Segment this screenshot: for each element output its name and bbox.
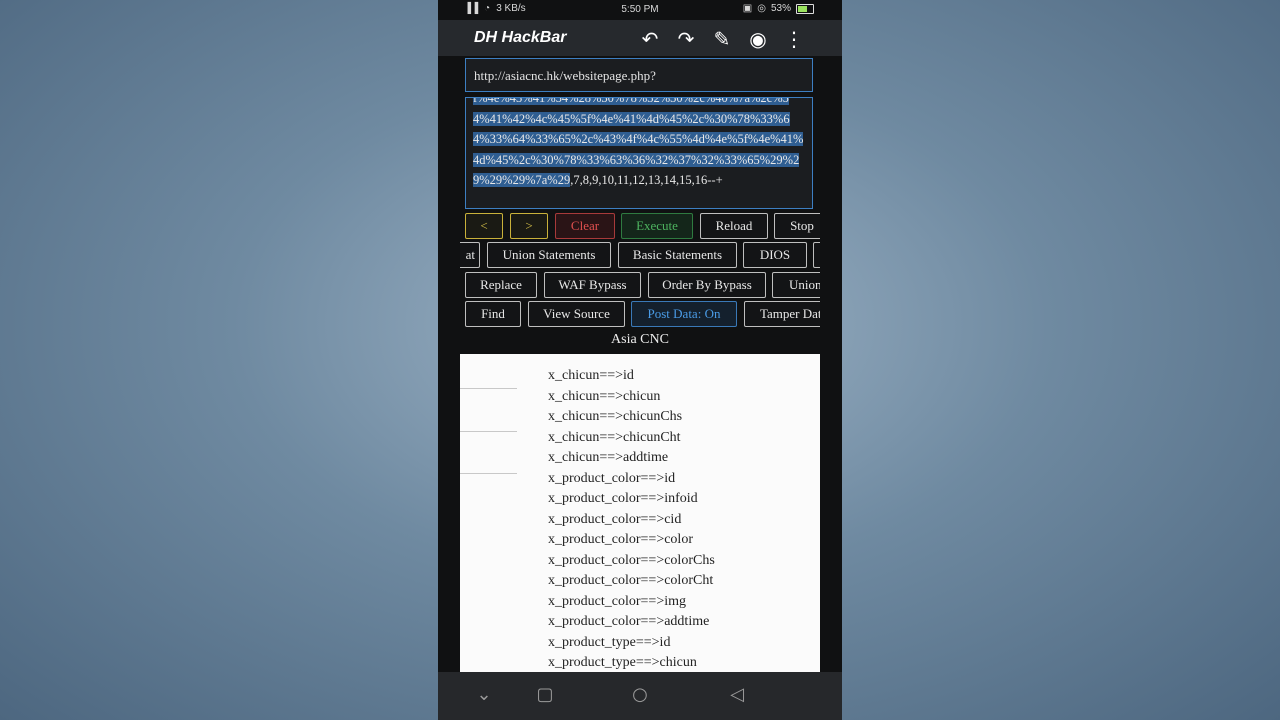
reload-button[interactable]: Reload <box>700 213 768 239</box>
find-button[interactable]: Find <box>465 301 521 327</box>
stop-button[interactable]: Stop <box>774 213 820 239</box>
result-line: x_chicun==>chicun <box>548 388 661 404</box>
pencil-icon[interactable]: ✎ <box>710 27 734 51</box>
basic-statements-button[interactable]: Basic Statements <box>618 242 737 268</box>
execute-button[interactable]: Execute <box>621 213 693 239</box>
prev-button[interactable]: < <box>465 213 503 239</box>
cast-icon: ▣ <box>742 3 753 14</box>
clear-button[interactable]: Clear <box>555 213 615 239</box>
lock-rotation-icon: ◎ <box>757 3 766 14</box>
app-title: DH HackBar <box>474 29 567 46</box>
replace-button[interactable]: Replace <box>465 272 537 298</box>
system-nav-bar: ⌄ ▢ ○ ◁ <box>438 672 842 720</box>
square-icon[interactable]: ▢ <box>531 684 559 705</box>
redo-icon[interactable]: ↷ <box>674 27 698 51</box>
toolbar-row-3: Replace WAF Bypass Order By Bypass Union <box>460 272 820 298</box>
result-line: x_chicun==>chicunCht <box>548 429 681 445</box>
result-line: x_product_color==>colorCht <box>548 573 714 588</box>
result-line: x_product_color==>cid <box>548 511 682 527</box>
result-line: x_product_type==>chicun <box>548 655 697 670</box>
view-source-button[interactable]: View Source <box>528 301 625 327</box>
toolbar-row-1: < > Clear Execute Reload Stop <box>460 213 820 239</box>
result-line: x_product_color==>colorChs <box>548 552 715 568</box>
toolbar-row-2: at Union Statements Basic Statements DIO… <box>460 242 820 268</box>
result-line: x_product_color==>img <box>548 593 686 609</box>
url-input[interactable]: http://asiacnc.hk/websitepage.php? <box>465 58 813 92</box>
circle-icon[interactable]: ○ <box>626 684 654 705</box>
next-button[interactable]: > <box>510 213 548 239</box>
union-button[interactable]: Union <box>772 272 820 298</box>
status-right: ▣ ◎ 53% <box>743 3 814 14</box>
app-bar: DH HackBar ↶ ↷ ✎ ◉ ⋮ <box>438 20 842 56</box>
divider <box>460 431 517 432</box>
more-icon[interactable]: ⋮ <box>782 27 806 51</box>
phone-frame: ▐▐ ◔ 3 KB/s 5:50 PM ▣ ◎ 53% DH HackBar ↶… <box>438 0 842 720</box>
waf-bypass-button[interactable]: WAF Bypass <box>544 272 641 298</box>
result-line: x_chicun==>id <box>548 368 634 383</box>
divider <box>460 473 517 474</box>
result-line: x_chicun==>addtime <box>548 450 669 465</box>
eye-icon[interactable]: ◉ <box>746 27 770 51</box>
web-view[interactable]: x_chicun==>id x_chicun==>chicun x_chicun… <box>460 354 820 672</box>
toolbar-row-4: Find View Source Post Data: On Tamper Da… <box>460 301 820 327</box>
battery-icon <box>796 3 814 14</box>
battery-percent: 53% <box>770 3 791 14</box>
dios-button[interactable]: DIOS <box>743 242 807 268</box>
post-data-text: f%4e%43%41%54%28%30%78%32%30%2c%40%7a%2c… <box>473 98 805 191</box>
result-line: x_product_color==>color <box>548 532 693 547</box>
more-row2-button[interactable] <box>813 242 820 268</box>
result-line: x_product_type==>id <box>548 634 671 650</box>
page-title: Asia CNC <box>611 332 669 347</box>
tamper-data-button[interactable]: Tamper Data <box>744 301 820 327</box>
result-line: x_product_color==>addtime <box>548 614 710 629</box>
result-list: x_chicun==>id x_chicun==>chicun x_chicun… <box>548 366 715 672</box>
union-statements-button[interactable]: Union Statements <box>487 242 611 268</box>
post-data-toggle[interactable]: Post Data: On <box>631 301 737 327</box>
back-triangle-icon[interactable]: ◁ <box>723 684 751 705</box>
result-line: x_product_color==>infoid <box>548 491 698 506</box>
divider <box>460 388 517 389</box>
partial-button[interactable]: at <box>460 242 480 268</box>
result-line: x_chicun==>chicunChs <box>548 409 683 424</box>
result-line: x_product_color==>id <box>548 470 676 486</box>
chevron-down-icon[interactable]: ⌄ <box>470 684 498 705</box>
post-data-input[interactable]: f%4e%43%41%54%28%30%78%32%30%2c%40%7a%2c… <box>465 97 813 209</box>
post-data-rest: ,7,8,9,10,11,12,13,14,15,16--+ <box>570 173 723 187</box>
order-by-bypass-button[interactable]: Order By Bypass <box>648 272 766 298</box>
status-bar: ▐▐ ◔ 3 KB/s 5:50 PM ▣ ◎ 53% <box>438 0 842 20</box>
undo-icon[interactable]: ↶ <box>638 27 662 51</box>
